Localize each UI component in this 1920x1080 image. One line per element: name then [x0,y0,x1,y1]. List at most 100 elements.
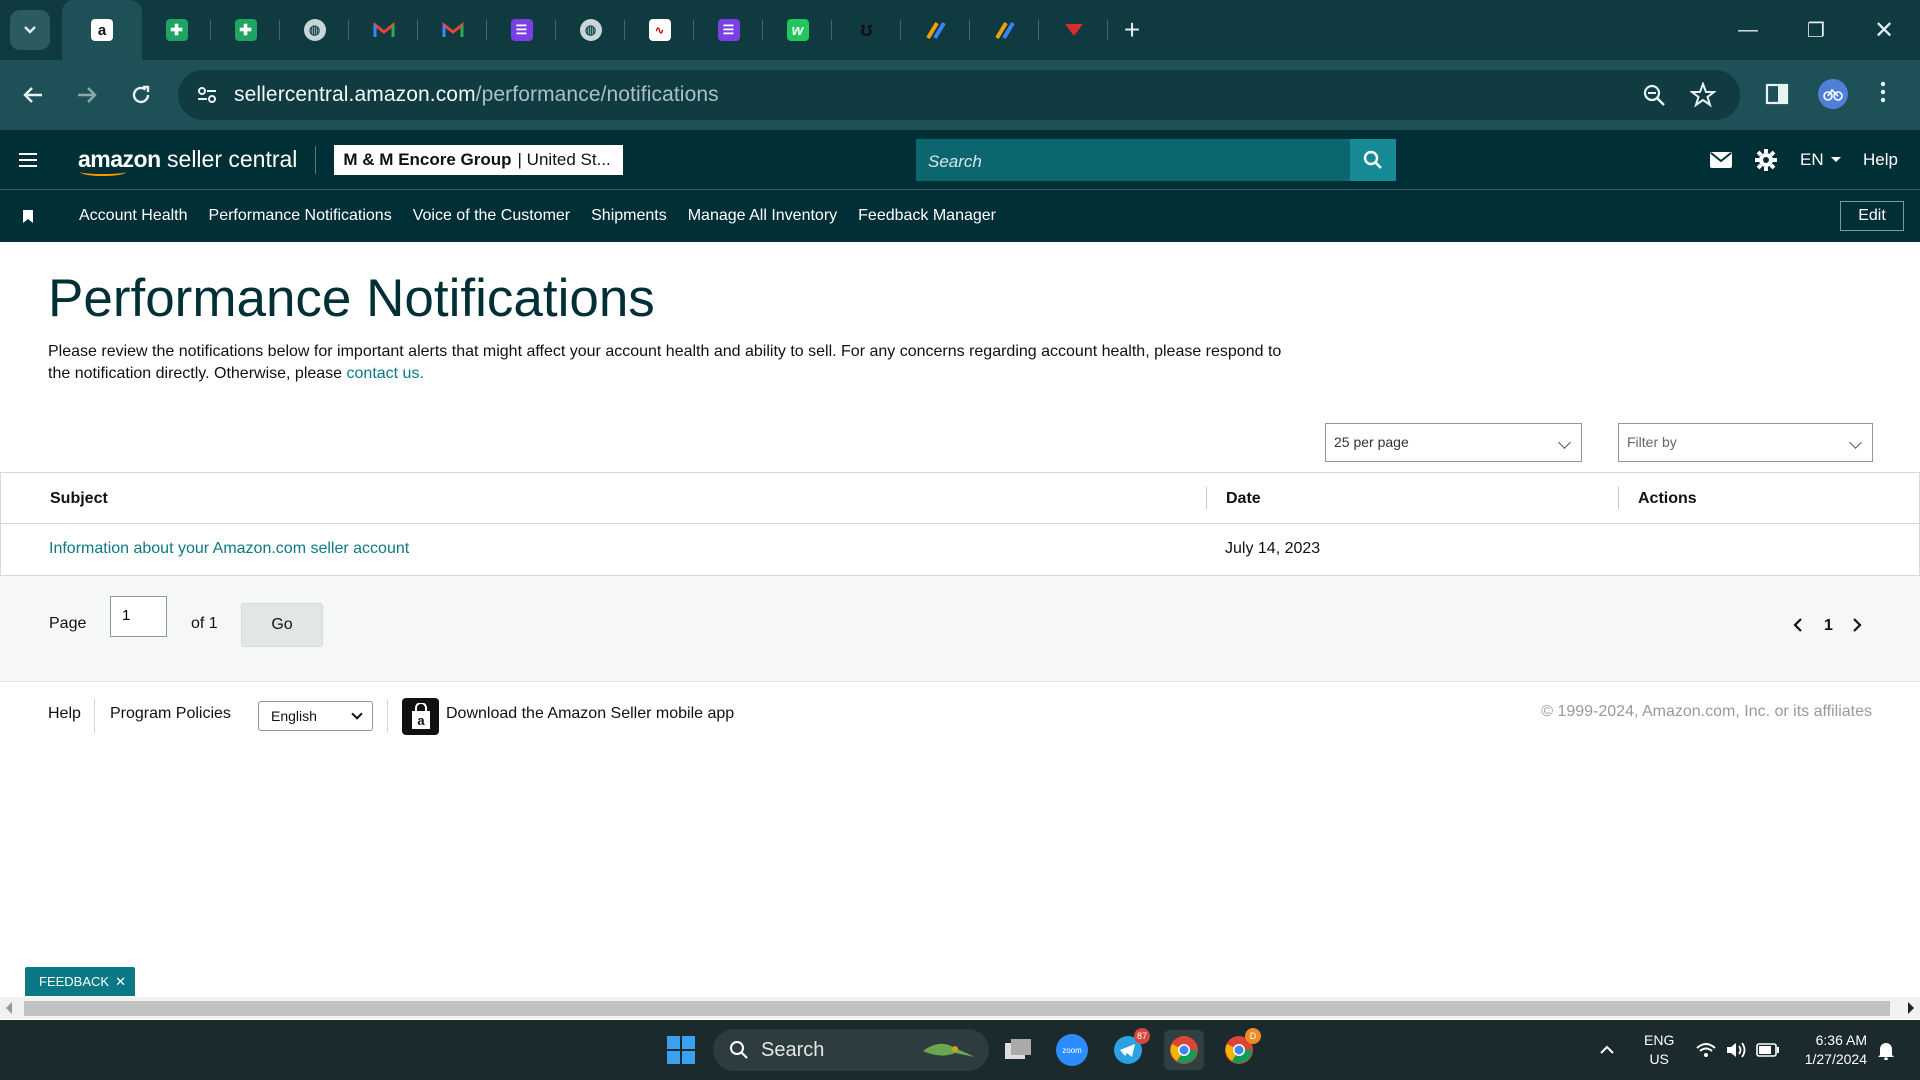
side-panel-icon[interactable] [1765,82,1789,106]
chart-doc-icon: ∿ [648,19,671,41]
tab-pencil-brand[interactable] [970,0,1039,60]
search-button[interactable] [1350,139,1396,181]
new-tab-plus-icon[interactable]: + [1112,10,1152,50]
minimize-icon[interactable]: — [1714,0,1782,60]
language-selector[interactable]: EN [1800,130,1842,189]
tab-google-sheets[interactable]: ✚ [211,0,280,60]
close-icon[interactable]: ✕ [115,974,126,990]
tab-pencil-brand[interactable] [901,0,970,60]
tab-web-page[interactable]: ◍ [556,0,625,60]
bookmark-icon[interactable] [0,209,56,223]
caret-down-icon [1830,156,1841,162]
seller-app-icon[interactable]: a [402,698,439,735]
scroll-left-arrow-icon[interactable] [6,1002,12,1014]
tab-chart-doc[interactable]: ∿ [625,0,694,60]
red-logo-icon [1063,19,1085,41]
horizontal-scrollbar[interactable] [0,997,1920,1019]
address-bar[interactable]: sellercentral.amazon.com/performance/not… [178,70,1740,120]
restore-icon[interactable]: ❐ [1782,0,1850,60]
bookmark-star-icon[interactable] [1690,82,1716,108]
telegram-app-icon[interactable]: 87 [1108,1028,1150,1070]
scroll-right-arrow-icon[interactable] [1908,1002,1914,1014]
notification-date: July 14, 2023 [1225,540,1321,557]
tab-amazon-seller-central[interactable]: a [62,0,142,60]
back-arrow-icon[interactable] [6,68,60,122]
chrome-profile-app-icon[interactable]: D [1219,1028,1261,1070]
url-text[interactable]: sellercentral.amazon.com/performance/not… [234,83,719,107]
u-brand-icon: ʊ [860,18,873,41]
battery-icon[interactable] [1756,1020,1780,1080]
tab-w-brand[interactable]: w [763,0,832,60]
chrome-profile-badge: D [1245,1028,1261,1044]
page-number-input[interactable]: 1 [110,596,167,637]
tab-gmail[interactable] [349,0,418,60]
edit-nav-button[interactable]: Edit [1840,201,1904,231]
profile-avatar[interactable] [1818,79,1848,109]
forward-arrow-icon[interactable] [60,68,114,122]
filter-select[interactable]: Filter by [1618,423,1873,462]
nav-performance-notifications[interactable]: Performance Notifications [209,207,392,225]
nav-shipments[interactable]: Shipments [591,207,667,225]
help-link[interactable]: Help [1863,130,1898,189]
notification-bell-icon[interactable] [1877,1020,1895,1080]
feedback-button[interactable]: FEEDBACK ✕ [25,967,135,996]
pencil-brand-icon [994,19,1016,41]
tab-search-dropdown[interactable] [10,10,50,50]
nav-voice-of-customer[interactable]: Voice of the Customer [413,207,570,225]
search-icon [730,1041,748,1059]
prev-page-chevron-icon[interactable] [1793,618,1803,637]
notifications-table: Subject Date Actions Information about y… [0,472,1920,576]
tab-red-logo[interactable] [1039,0,1108,60]
go-button[interactable]: Go [241,603,323,647]
tab-list-doc[interactable]: ☰ [487,0,556,60]
next-page-chevron-icon[interactable] [1852,618,1862,637]
footer-help-link[interactable]: Help [48,705,81,723]
zoom-icon[interactable] [1642,83,1666,107]
notification-subject-link[interactable]: Information about your Amazon.com seller… [49,540,409,557]
contact-us-link[interactable]: contact us. [347,365,424,382]
gear-icon[interactable] [1755,130,1777,189]
hamburger-menu-icon[interactable] [0,130,56,189]
show-hidden-icons-chevron-icon[interactable] [1600,1020,1614,1080]
tab-web-page[interactable]: ◍ [280,0,349,60]
list-doc-icon: ☰ [717,19,740,41]
zoom-app-icon[interactable]: zoom [1052,1030,1092,1070]
nav-feedback-manager[interactable]: Feedback Manager [858,207,996,225]
globe-icon: ◍ [579,19,602,41]
current-page-number[interactable]: 1 [1824,617,1833,635]
column-subject[interactable]: Subject [50,490,108,508]
amazon-smile-icon [80,168,126,176]
close-window-icon[interactable]: ✕ [1850,0,1918,60]
page-total-label: of 1 [191,615,218,632]
page-title: Performance Notifications [48,269,655,328]
seller-central-logo[interactable]: amazon seller central [78,146,297,176]
program-policies-link[interactable]: Program Policies [110,705,231,723]
mail-icon[interactable] [1710,130,1732,189]
download-app-link[interactable]: Download the Amazon Seller mobile app [446,705,734,723]
tab-list-doc[interactable]: ☰ [694,0,763,60]
language-label: EN [1800,149,1824,169]
tab-gmail[interactable] [418,0,487,60]
volume-icon[interactable] [1725,1020,1747,1080]
column-date[interactable]: Date [1226,490,1261,508]
chrome-app-icon[interactable] [1164,1030,1204,1070]
site-settings-icon[interactable] [196,84,218,106]
per-page-select[interactable]: 25 per page [1325,423,1582,462]
windows-start-icon[interactable] [661,1030,701,1070]
account-switcher[interactable]: M & M Encore Group | United St... [334,144,623,175]
menu-kebab-icon[interactable] [1880,80,1886,104]
task-view-icon[interactable] [998,1030,1038,1070]
clock[interactable]: 6:36 AM 1/27/2024 [1795,1020,1867,1080]
input-language-indicator[interactable]: ENG US [1644,1020,1674,1080]
tab-u-brand[interactable]: ʊ [832,0,901,60]
nav-account-health[interactable]: Account Health [79,207,188,225]
tab-google-sheets[interactable]: ✚ [142,0,211,60]
taskbar-search[interactable]: Search [713,1029,989,1071]
reload-icon[interactable] [114,68,168,122]
search-input[interactable]: Search [916,139,1350,181]
svg-text:a: a [417,713,425,728]
nav-manage-all-inventory[interactable]: Manage All Inventory [688,207,837,225]
footer-language-select[interactable]: English [258,701,373,731]
scrollbar-thumb[interactable] [24,1001,1890,1016]
wifi-icon[interactable] [1696,1020,1716,1080]
